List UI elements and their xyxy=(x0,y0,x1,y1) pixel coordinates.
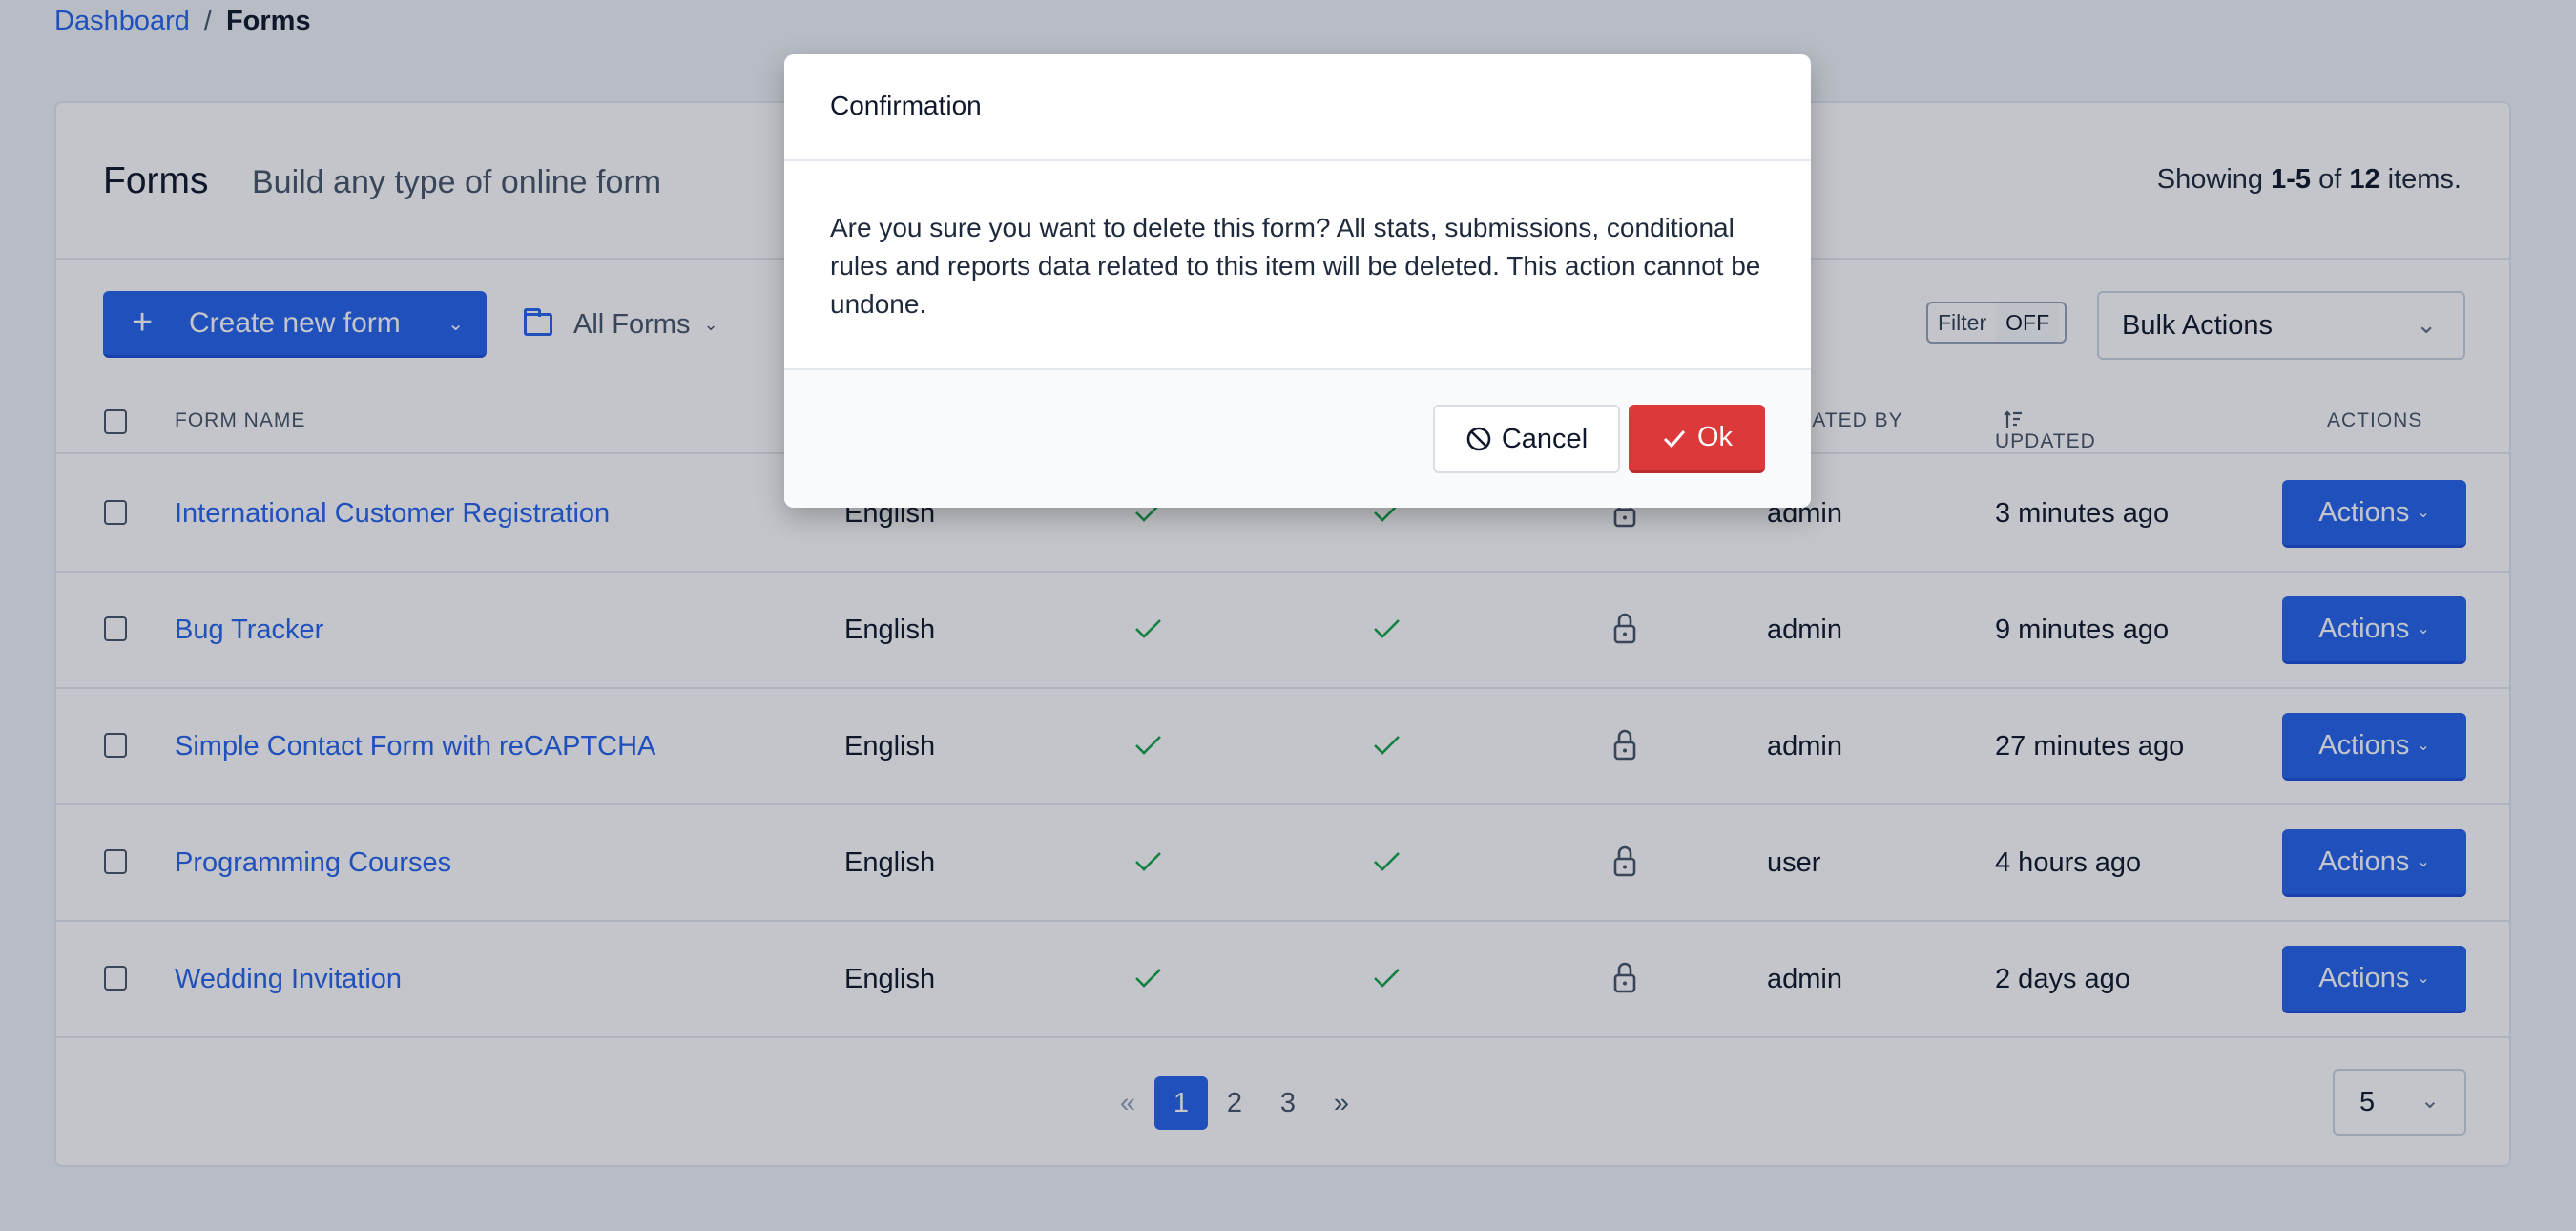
page: Dashboard / Forms Forms Build any type o… xyxy=(0,0,2576,1231)
ban-icon xyxy=(1465,426,1492,452)
dialog-footer: Cancel Ok xyxy=(784,368,1811,508)
confirmation-dialog: Confirmation Are you sure you want to de… xyxy=(784,54,1811,508)
ok-label: Ok xyxy=(1696,422,1734,452)
ok-button[interactable]: Ok xyxy=(1629,405,1765,473)
dialog-body: Are you sure you want to delete this for… xyxy=(784,161,1811,368)
cancel-label: Cancel xyxy=(1501,423,1589,454)
dialog-header: Confirmation xyxy=(784,54,1811,161)
check-icon xyxy=(1661,425,1688,451)
dialog-message: Are you sure you want to delete this for… xyxy=(830,213,1761,319)
dialog-title: Confirmation xyxy=(830,91,982,120)
cancel-button[interactable]: Cancel xyxy=(1433,405,1620,473)
